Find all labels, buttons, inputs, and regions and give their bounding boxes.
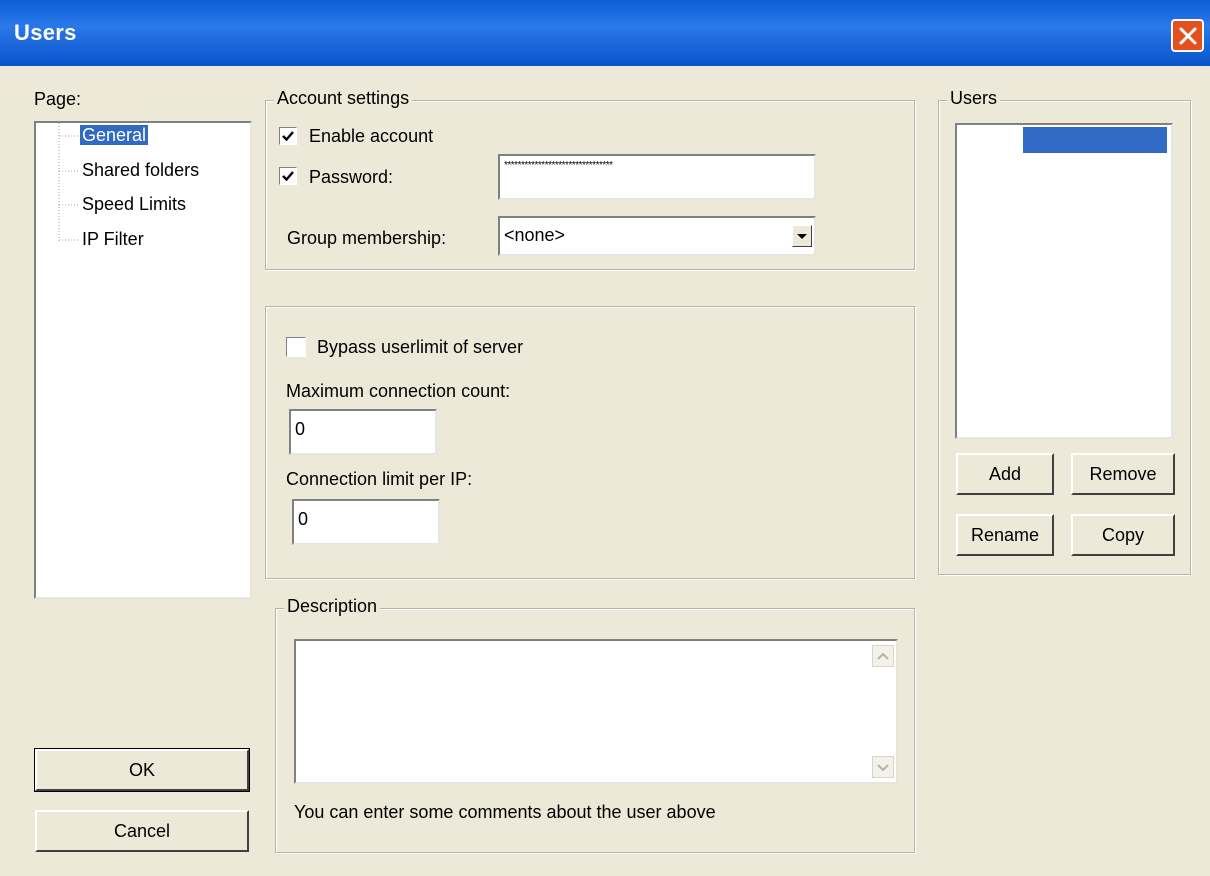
bypass-userlimit-checkbox[interactable] bbox=[286, 337, 306, 357]
tree-item-speed-limits[interactable]: Speed Limits bbox=[82, 194, 186, 215]
description-textarea[interactable] bbox=[294, 639, 898, 784]
list-item-selected[interactable] bbox=[1023, 127, 1167, 153]
dropdown-button[interactable] bbox=[792, 225, 812, 247]
chevron-down-icon bbox=[797, 234, 807, 239]
ok-button[interactable]: OK bbox=[34, 748, 250, 792]
max-connection-label: Maximum connection count: bbox=[286, 381, 511, 401]
per-ip-limit-value: 0 bbox=[298, 509, 309, 529]
scroll-down-button[interactable] bbox=[872, 756, 894, 778]
tree-item-shared-folders[interactable]: Shared folders bbox=[82, 160, 199, 181]
max-connection-value: 0 bbox=[295, 419, 306, 439]
per-ip-limit-label: Connection limit per IP: bbox=[286, 469, 473, 489]
chevron-up-icon bbox=[877, 652, 889, 660]
chevron-down-icon bbox=[877, 764, 889, 772]
window-title: Users bbox=[14, 20, 77, 45]
connection-limits-group: Bypass userlimit of server Maximum conne… bbox=[265, 306, 915, 579]
group-membership-label: Group membership: bbox=[287, 228, 447, 248]
group-membership-select[interactable]: <none> bbox=[498, 216, 816, 256]
password-label: Password: bbox=[309, 167, 394, 187]
dialog-body: Page: General Shared folders Speed Limit… bbox=[10, 66, 1200, 866]
tree-item-ip-filter[interactable]: IP Filter bbox=[82, 229, 144, 250]
password-field[interactable]: ******************************** bbox=[498, 154, 816, 200]
remove-user-button[interactable]: Remove bbox=[1071, 453, 1175, 495]
users-list[interactable] bbox=[955, 123, 1173, 439]
account-settings-group: Account settings Enable account Password… bbox=[265, 88, 915, 270]
checkmark-icon bbox=[282, 171, 294, 182]
users-group: Users Add Remove Rename Copy bbox=[938, 88, 1191, 575]
description-hint: You can enter some comments about the us… bbox=[294, 802, 716, 822]
description-legend: Description bbox=[284, 596, 381, 617]
enable-account-label: Enable account bbox=[309, 126, 434, 146]
rename-user-button[interactable]: Rename bbox=[956, 514, 1054, 556]
per-ip-limit-input[interactable]: 0 bbox=[292, 499, 440, 545]
tree-item-general[interactable]: General bbox=[80, 125, 149, 146]
password-value: ******************************** bbox=[504, 160, 613, 171]
page-label: Page: bbox=[34, 89, 82, 109]
group-membership-value: <none> bbox=[504, 225, 566, 245]
enable-account-checkbox[interactable] bbox=[279, 127, 297, 145]
scroll-up-button[interactable] bbox=[872, 645, 894, 667]
copy-user-button[interactable]: Copy bbox=[1071, 514, 1175, 556]
checkmark-icon bbox=[282, 131, 294, 142]
close-button[interactable] bbox=[1171, 19, 1204, 52]
account-settings-legend: Account settings bbox=[274, 88, 413, 109]
bypass-userlimit-label: Bypass userlimit of server bbox=[317, 337, 524, 357]
cancel-button[interactable]: Cancel bbox=[35, 810, 249, 852]
close-icon bbox=[1179, 27, 1197, 45]
title-bar: Users bbox=[0, 0, 1210, 66]
max-connection-input[interactable]: 0 bbox=[289, 409, 437, 455]
page-tree[interactable]: General Shared folders Speed Limits IP F… bbox=[34, 121, 252, 599]
users-legend: Users bbox=[947, 88, 1001, 109]
password-checkbox[interactable] bbox=[279, 167, 297, 185]
add-user-button[interactable]: Add bbox=[956, 453, 1054, 495]
description-group: Description You can enter some comments … bbox=[275, 596, 915, 853]
